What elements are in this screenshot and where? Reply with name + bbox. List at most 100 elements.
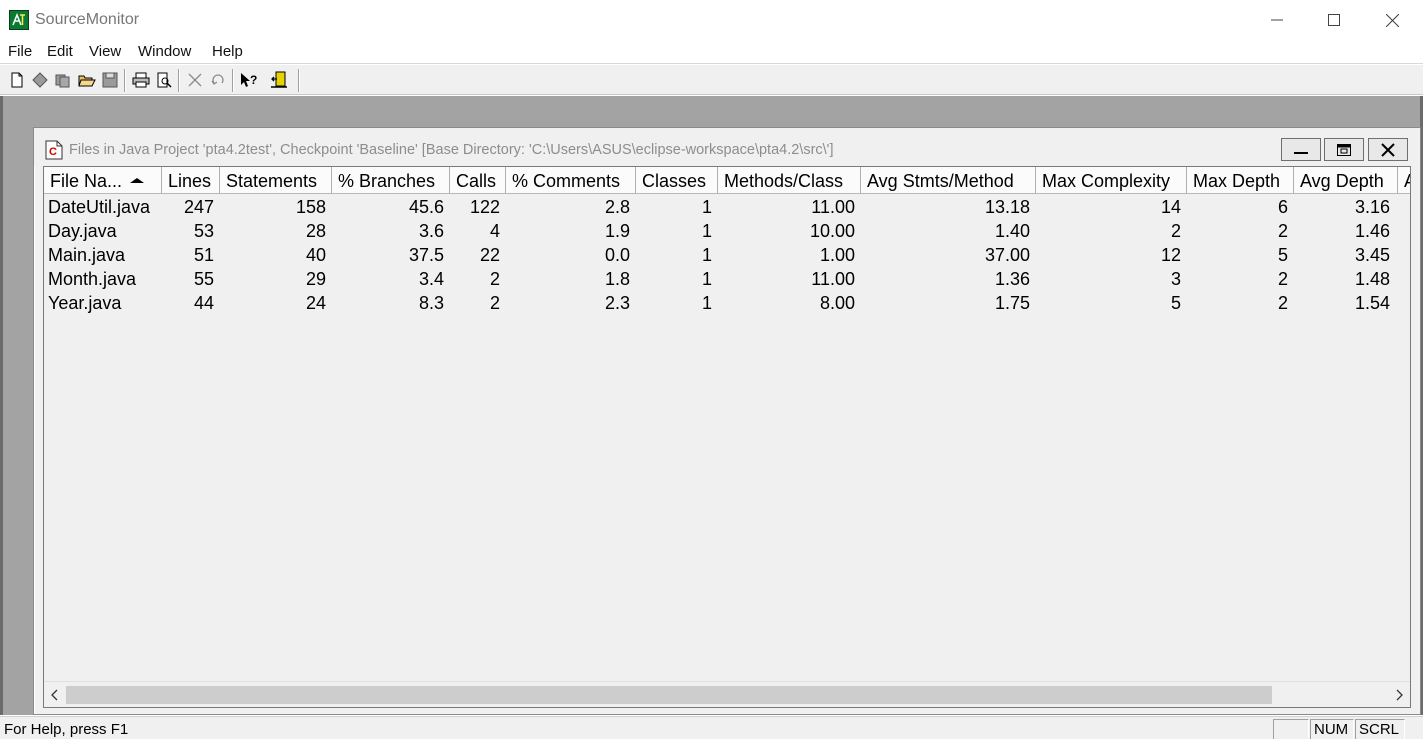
cell-avg-stmts-per-method: 1.36 (994, 269, 1030, 289)
table-row[interactable]: Year.java 44 24 8.3 2 2.3 1 8.00 1.75 5 2 1.54 (44, 291, 1410, 315)
copy-checkpoint-button[interactable] (52, 69, 74, 91)
menu-help[interactable]: Help (212, 43, 243, 60)
cell-lines: 44 (193, 293, 214, 313)
save-button[interactable] (99, 69, 121, 91)
svg-text:C: C (49, 146, 57, 158)
print-icon (132, 72, 150, 88)
column-header-avg-depth[interactable]: Avg Depth (1294, 167, 1398, 194)
sort-ascending-icon (130, 178, 145, 183)
scroll-left-button[interactable] (44, 682, 66, 707)
cell-comments: 2.3 (604, 293, 630, 313)
files-window: C Files in Java Project 'pta4.2test', Ch… (33, 127, 1421, 715)
menu-file[interactable]: File (8, 43, 32, 60)
column-header-avg-stmts-per-method[interactable]: Avg Stmts/Method (861, 167, 1036, 194)
cell-comments: 1.8 (604, 269, 630, 289)
cell-avg-depth: 1.54 (1354, 293, 1390, 313)
toolbar-separator (124, 69, 126, 92)
cell-lines: 53 (193, 221, 214, 241)
open-folder-icon (78, 75, 96, 87)
cell-file-name: Main.java (48, 245, 126, 265)
cell-lines: 55 (193, 269, 214, 289)
child-restore-button[interactable] (1324, 138, 1364, 161)
menu-edit[interactable]: Edit (47, 43, 73, 60)
column-header-lines[interactable]: Lines (162, 167, 220, 194)
child-minimize-button[interactable] (1281, 138, 1321, 161)
app-title: SourceMonitor (35, 11, 140, 28)
context-help-button[interactable]: ? (238, 69, 260, 91)
files-window-title: Files in Java Project 'pta4.2test', Chec… (69, 142, 834, 158)
table-row[interactable]: DateUtil.java 247 158 45.6 122 2.8 1 11.00 13.18… (44, 195, 1410, 219)
table-header: File Na... Lines Statements % Branches C… (44, 167, 1410, 194)
cell-calls: 2 (489, 293, 500, 313)
exit-icon (271, 71, 287, 88)
column-header-methods-per-class[interactable]: Methods/Class (718, 167, 861, 194)
cell-calls: 122 (469, 197, 500, 217)
cell-methods-per-class: 11.00 (811, 269, 855, 289)
menu-bar: File Edit View Window Help (0, 40, 1423, 64)
cell-methods-per-class: 8.00 (819, 293, 855, 313)
cell-methods-per-class: 10.00 (809, 221, 855, 241)
cell-branches: 3.4 (418, 269, 444, 289)
cell-classes: 1 (701, 221, 712, 241)
cell-file-name: Year.java (48, 293, 122, 313)
toolbar: ? (0, 65, 1423, 95)
menu-view[interactable]: View (89, 43, 121, 60)
svg-text:?: ? (250, 73, 257, 87)
status-pane-scrl: SCRL (1355, 719, 1405, 739)
chevron-left-icon (51, 689, 58, 701)
document-icon: C (45, 140, 63, 160)
cell-avg-depth: 3.45 (1354, 245, 1390, 265)
chevron-right-icon (1396, 689, 1403, 701)
scroll-right-button[interactable] (1388, 682, 1410, 707)
new-checkpoint-icon (32, 72, 48, 88)
print-button[interactable] (130, 69, 152, 91)
cell-avg-stmts-per-method: 1.40 (994, 221, 1030, 241)
cell-calls: 2 (489, 269, 500, 289)
column-header-max-complexity[interactable]: Max Complexity (1036, 167, 1187, 194)
cell-methods-per-class: 1.00 (819, 245, 855, 265)
cell-max-complexity: 2 (1170, 221, 1181, 241)
minimize-button[interactable] (1248, 0, 1306, 40)
exit-button[interactable] (268, 69, 290, 91)
cell-calls: 4 (489, 221, 500, 241)
table-body: DateUtil.java 247 158 45.6 122 2.8 1 11.00 13.18… (44, 195, 1410, 315)
cell-max-depth: 2 (1277, 221, 1288, 241)
cell-branches: 37.5 (408, 245, 444, 265)
column-header-truncated[interactable]: A (1398, 167, 1410, 194)
table-row[interactable]: Main.java 51 40 37.5 22 0.0 1 1.00 37.00 12 5 3.45 (44, 243, 1410, 267)
column-header-branches[interactable]: % Branches (332, 167, 450, 194)
status-bar: For Help, press F1 NUM SCRL (0, 716, 1423, 739)
context-help-icon: ? (241, 73, 257, 87)
column-header-calls[interactable]: Calls (450, 167, 506, 194)
scrollbar-thumb[interactable] (66, 686, 1272, 704)
print-preview-button[interactable] (153, 69, 175, 91)
cell-avg-stmts-per-method: 1.75 (994, 293, 1030, 313)
cell-statements: 24 (305, 293, 326, 313)
new-checkpoint-button[interactable] (29, 69, 51, 91)
cell-avg-depth: 1.46 (1354, 221, 1390, 241)
undo-button[interactable] (207, 69, 229, 91)
app-title-bar: SourceMonitor (0, 0, 1423, 40)
cell-comments: 2.8 (604, 197, 630, 217)
copy-checkpoint-icon (55, 74, 70, 88)
delete-icon (188, 73, 202, 87)
table-row[interactable]: Day.java 53 28 3.6 4 1.9 1 10.00 1.40 2 2 1.46 (44, 219, 1410, 243)
child-close-button[interactable] (1368, 138, 1408, 161)
horizontal-scrollbar[interactable] (44, 681, 1410, 707)
cell-lines: 51 (193, 245, 214, 265)
open-button[interactable] (76, 69, 98, 91)
cell-lines: 247 (183, 197, 214, 217)
delete-button[interactable] (184, 69, 206, 91)
close-button[interactable] (1363, 0, 1421, 40)
column-header-classes[interactable]: Classes (636, 167, 718, 194)
column-header-file-name[interactable]: File Na... (44, 167, 162, 194)
cell-max-depth: 6 (1277, 197, 1288, 217)
column-header-statements[interactable]: Statements (220, 167, 332, 194)
column-header-comments[interactable]: % Comments (506, 167, 636, 194)
toolbar-separator (232, 69, 234, 92)
column-header-max-depth[interactable]: Max Depth (1187, 167, 1294, 194)
table-row[interactable]: Month.java 55 29 3.4 2 1.8 1 11.00 1.36 3 2 1.48 (44, 267, 1410, 291)
new-file-button[interactable] (6, 69, 28, 91)
menu-window[interactable]: Window (138, 43, 191, 60)
maximize-button[interactable] (1305, 0, 1363, 40)
